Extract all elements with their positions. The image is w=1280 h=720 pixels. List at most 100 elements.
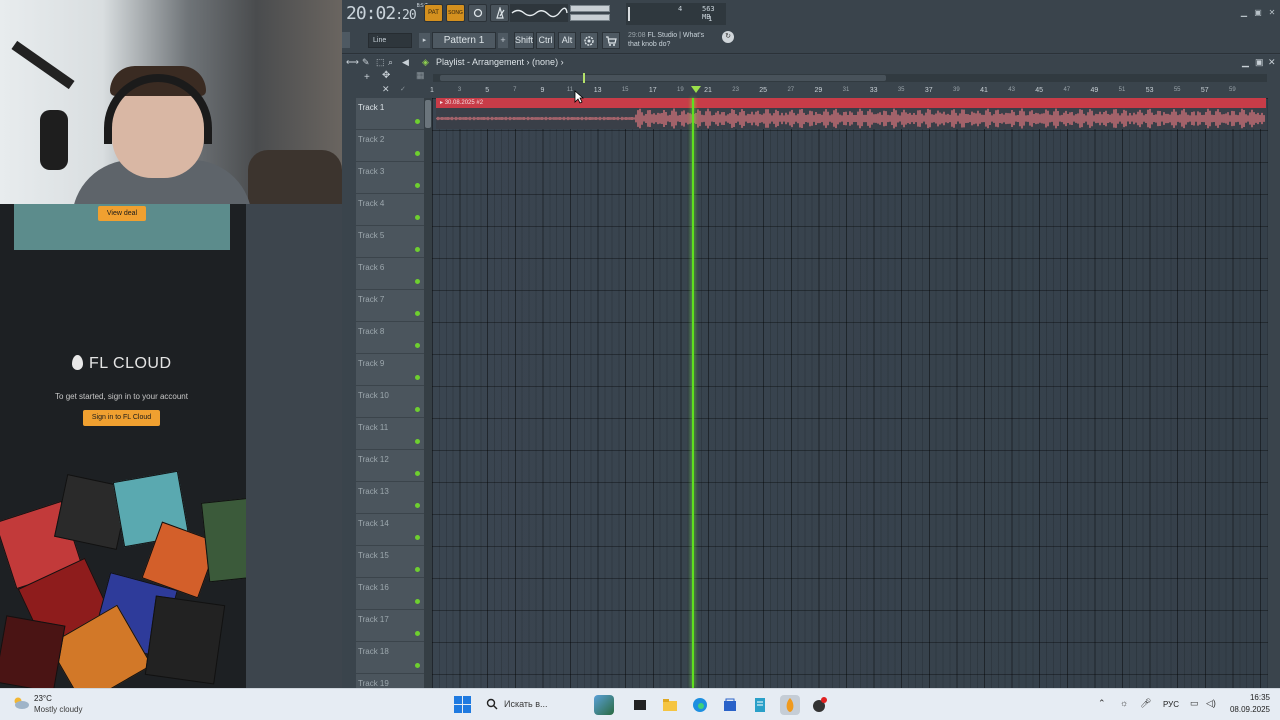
notepad-icon[interactable] <box>750 695 770 715</box>
track-header[interactable]: Track 2 <box>356 130 424 162</box>
edge-browser-icon[interactable] <box>690 695 710 715</box>
vertical-scrollbar[interactable] <box>424 98 432 688</box>
track-mute-led[interactable] <box>415 311 420 316</box>
gear-button[interactable] <box>580 32 598 49</box>
track-mute-led[interactable] <box>415 183 420 188</box>
news-arrow-icon[interactable]: ↻ <box>722 31 734 43</box>
audio-clip[interactable]: ▸ 30.08.2025 #2 <box>436 98 1266 129</box>
search-highlight-icon[interactable] <box>594 695 614 715</box>
hint-bar-handle[interactable] <box>342 32 350 48</box>
bar-timeline[interactable]: 1 3 5 7 9 11 13 15 17 19 21 23 25 27 29 31 33 35 37 39 41 43 4… <box>430 84 1268 98</box>
scrollbar-thumb[interactable] <box>440 75 886 81</box>
track-header[interactable]: Track 17 <box>356 610 424 642</box>
track-mute-led[interactable] <box>415 631 420 636</box>
track-header[interactable]: Track 1 <box>356 98 424 130</box>
track-header[interactable]: Track 4 <box>356 194 424 226</box>
track-header[interactable]: Track 11 <box>356 418 424 450</box>
song-mode-button[interactable]: SONG <box>446 4 465 22</box>
zoom-icon[interactable]: ⌕ <box>388 55 393 70</box>
track-mute-led[interactable] <box>415 375 420 380</box>
track-mute-led[interactable] <box>415 247 420 252</box>
close-icon[interactable]: ✕ <box>1266 8 1278 18</box>
monitor-icon[interactable]: ▭ <box>1190 698 1199 709</box>
add-track-icon[interactable]: + <box>364 72 370 83</box>
delete-icon[interactable]: ✕ <box>382 84 390 95</box>
track-header[interactable]: Track 12 <box>356 450 424 482</box>
playlist-breadcrumb[interactable]: Playlist - Arrangement › (none) › <box>436 55 564 70</box>
recording-app-icon[interactable] <box>810 695 830 715</box>
grid-icon[interactable]: ▦ <box>416 70 425 81</box>
draw-tool-icon[interactable]: ✎ <box>362 55 370 70</box>
store-icon[interactable] <box>720 695 740 715</box>
select-tool-icon[interactable]: ⬚ <box>376 55 385 70</box>
track-mute-led[interactable] <box>415 567 420 572</box>
volume-icon[interactable]: ◁) <box>1206 698 1216 709</box>
start-button[interactable] <box>454 696 471 713</box>
cloud-weather-icon[interactable] <box>12 696 30 710</box>
record-button[interactable] <box>468 4 487 22</box>
track-header[interactable]: Track 15 <box>356 546 424 578</box>
move-icon[interactable]: ✥ <box>382 70 390 81</box>
track-mute-led[interactable] <box>415 215 420 220</box>
network-app-icon[interactable]: ☼ <box>1120 698 1128 708</box>
restore-icon[interactable]: ▣ <box>1255 55 1264 70</box>
track-header[interactable]: Track 6 <box>356 258 424 290</box>
master-volume-pitch[interactable] <box>570 3 612 23</box>
weather-temperature[interactable]: 23°C <box>34 694 52 703</box>
track-header[interactable]: Track 7 <box>356 290 424 322</box>
link-icon[interactable]: ✓ <box>400 85 406 93</box>
minimize-icon[interactable]: ▁ <box>1242 55 1249 70</box>
maximize-icon[interactable]: ▣ <box>1252 8 1264 18</box>
pattern-prev-button[interactable]: ▸ <box>419 33 430 48</box>
track-mute-led[interactable] <box>415 407 420 412</box>
language-indicator[interactable]: РУС <box>1163 700 1179 709</box>
news-ticker[interactable]: 29:08 FL Studio | What's that knob do? <box>628 31 718 51</box>
file-explorer-icon[interactable] <box>660 695 680 715</box>
fl-studio-icon[interactable] <box>780 695 800 715</box>
shop-button[interactable] <box>602 32 620 49</box>
track-mute-led[interactable] <box>415 663 420 668</box>
microphone-icon[interactable]: 🎤︎ <box>1140 698 1151 709</box>
weather-description[interactable]: Mostly cloudy <box>34 705 82 714</box>
arrangement-grid[interactable] <box>432 98 1268 688</box>
track-header[interactable]: Track 16 <box>356 578 424 610</box>
metronome-button[interactable] <box>490 4 509 22</box>
add-pattern-button[interactable]: + <box>498 33 508 48</box>
minimize-icon[interactable]: ▁ <box>1238 8 1250 18</box>
track-header[interactable]: Track 5 <box>356 226 424 258</box>
track-header[interactable]: Track 18 <box>356 642 424 674</box>
track-mute-led[interactable] <box>415 119 420 124</box>
search-placeholder[interactable]: Искать в... <box>504 699 548 709</box>
song-position-clock[interactable]: 20:02:20B:S:T <box>346 3 428 25</box>
task-view-icon[interactable] <box>630 695 650 715</box>
pattern-selector[interactable]: Pattern 1 <box>432 32 496 49</box>
alt-key-button[interactable]: Alt <box>558 32 576 49</box>
snap-dropdown[interactable]: Line <box>368 33 412 48</box>
track-header[interactable]: Track 3 <box>356 162 424 194</box>
tray-overflow-icon[interactable]: ⌃ <box>1098 698 1108 708</box>
playhead-marker[interactable] <box>691 86 701 93</box>
sign-in-button[interactable]: Sign in to FL Cloud <box>83 410 160 426</box>
loop-marker[interactable] <box>583 73 585 83</box>
vertical-scroll-thumb[interactable] <box>425 100 431 128</box>
clip-header[interactable]: ▸ 30.08.2025 #2 <box>436 98 1266 108</box>
track-mute-led[interactable] <box>415 471 420 476</box>
track-header[interactable]: Track 13 <box>356 482 424 514</box>
clock-time[interactable]: 16:35 <box>1226 693 1270 702</box>
pattern-mode-button[interactable]: PAT <box>424 4 443 22</box>
view-deal-button[interactable]: View deal <box>98 206 146 221</box>
track-mute-led[interactable] <box>415 439 420 444</box>
ctrl-key-button[interactable]: Ctrl <box>536 32 555 49</box>
track-mute-led[interactable] <box>415 343 420 348</box>
track-mute-led[interactable] <box>415 535 420 540</box>
clock-date[interactable]: 08.09.2025 <box>1222 705 1270 714</box>
speaker-icon[interactable]: ◀ <box>402 55 409 70</box>
track-mute-led[interactable] <box>415 503 420 508</box>
track-header[interactable]: Track 9 <box>356 354 424 386</box>
track-header[interactable]: Track 14 <box>356 514 424 546</box>
track-header[interactable]: Track 10 <box>356 386 424 418</box>
track-mute-led[interactable] <box>415 151 420 156</box>
shift-key-button[interactable]: Shift <box>514 32 534 49</box>
arrows-icon[interactable]: ⟷ <box>346 55 359 70</box>
close-icon[interactable]: ✕ <box>1268 55 1276 70</box>
